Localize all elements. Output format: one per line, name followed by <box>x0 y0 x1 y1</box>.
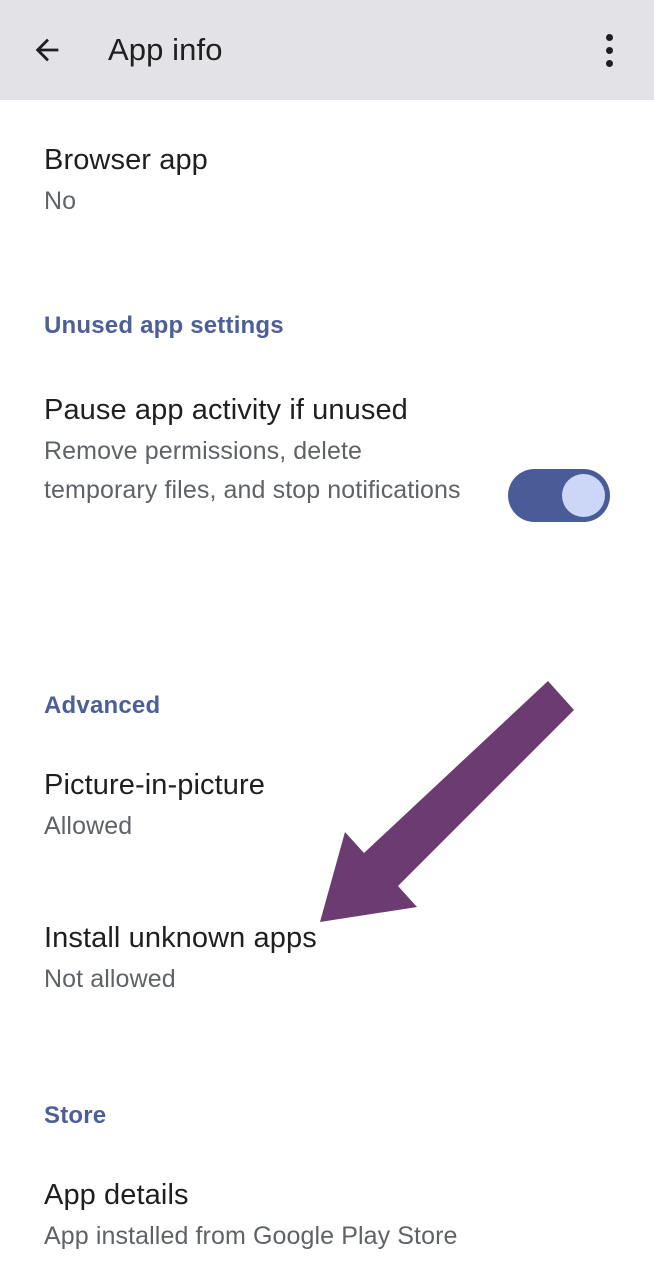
settings-list: Browser app No Unused app settings Pause… <box>0 100 654 1280</box>
overflow-menu-button[interactable] <box>578 19 640 81</box>
back-button[interactable] <box>16 19 78 81</box>
more-vertical-icon-dot-1 <box>605 33 613 41</box>
row-pause-app-activity[interactable]: Pause app activity if unused Remove perm… <box>0 390 654 522</box>
pause-app-activity-toggle[interactable] <box>508 469 610 522</box>
section-header-unused-app-settings: Unused app settings <box>44 312 284 339</box>
page-title: App info <box>108 32 223 67</box>
section-header-store: Store <box>44 1102 107 1129</box>
row-app-details-title: App details <box>44 1179 189 1211</box>
more-vertical-icon-dot-3 <box>605 59 613 67</box>
row-install-unknown-apps-value: Not allowed <box>44 965 176 993</box>
row-picture-in-picture-value: Allowed <box>44 812 133 840</box>
row-browser-app-title: Browser app <box>44 144 208 176</box>
row-app-details-value: App installed from Google Play Store <box>44 1222 458 1250</box>
toggle-thumb <box>562 474 605 517</box>
row-pause-app-activity-texts: Pause app activity if unused Remove perm… <box>44 390 464 510</box>
more-vertical-icon-dot-2 <box>605 46 613 54</box>
arrow-left-icon <box>35 38 59 62</box>
app-bar: App info <box>0 0 654 100</box>
row-browser-app-value: No <box>44 187 77 215</box>
row-browser-app[interactable]: Browser app No <box>0 140 654 221</box>
row-pause-app-activity-description: Remove permissions, delete temporary fil… <box>44 437 461 504</box>
row-app-details[interactable]: App details App installed from Google Pl… <box>0 1175 654 1256</box>
row-picture-in-picture-title: Picture-in-picture <box>44 769 265 801</box>
row-install-unknown-apps-title: Install unknown apps <box>44 922 317 954</box>
row-pause-app-activity-title: Pause app activity if unused <box>44 394 408 426</box>
row-install-unknown-apps[interactable]: Install unknown apps Not allowed <box>0 918 654 999</box>
row-picture-in-picture[interactable]: Picture-in-picture Allowed <box>0 765 654 846</box>
section-header-advanced: Advanced <box>44 692 161 719</box>
